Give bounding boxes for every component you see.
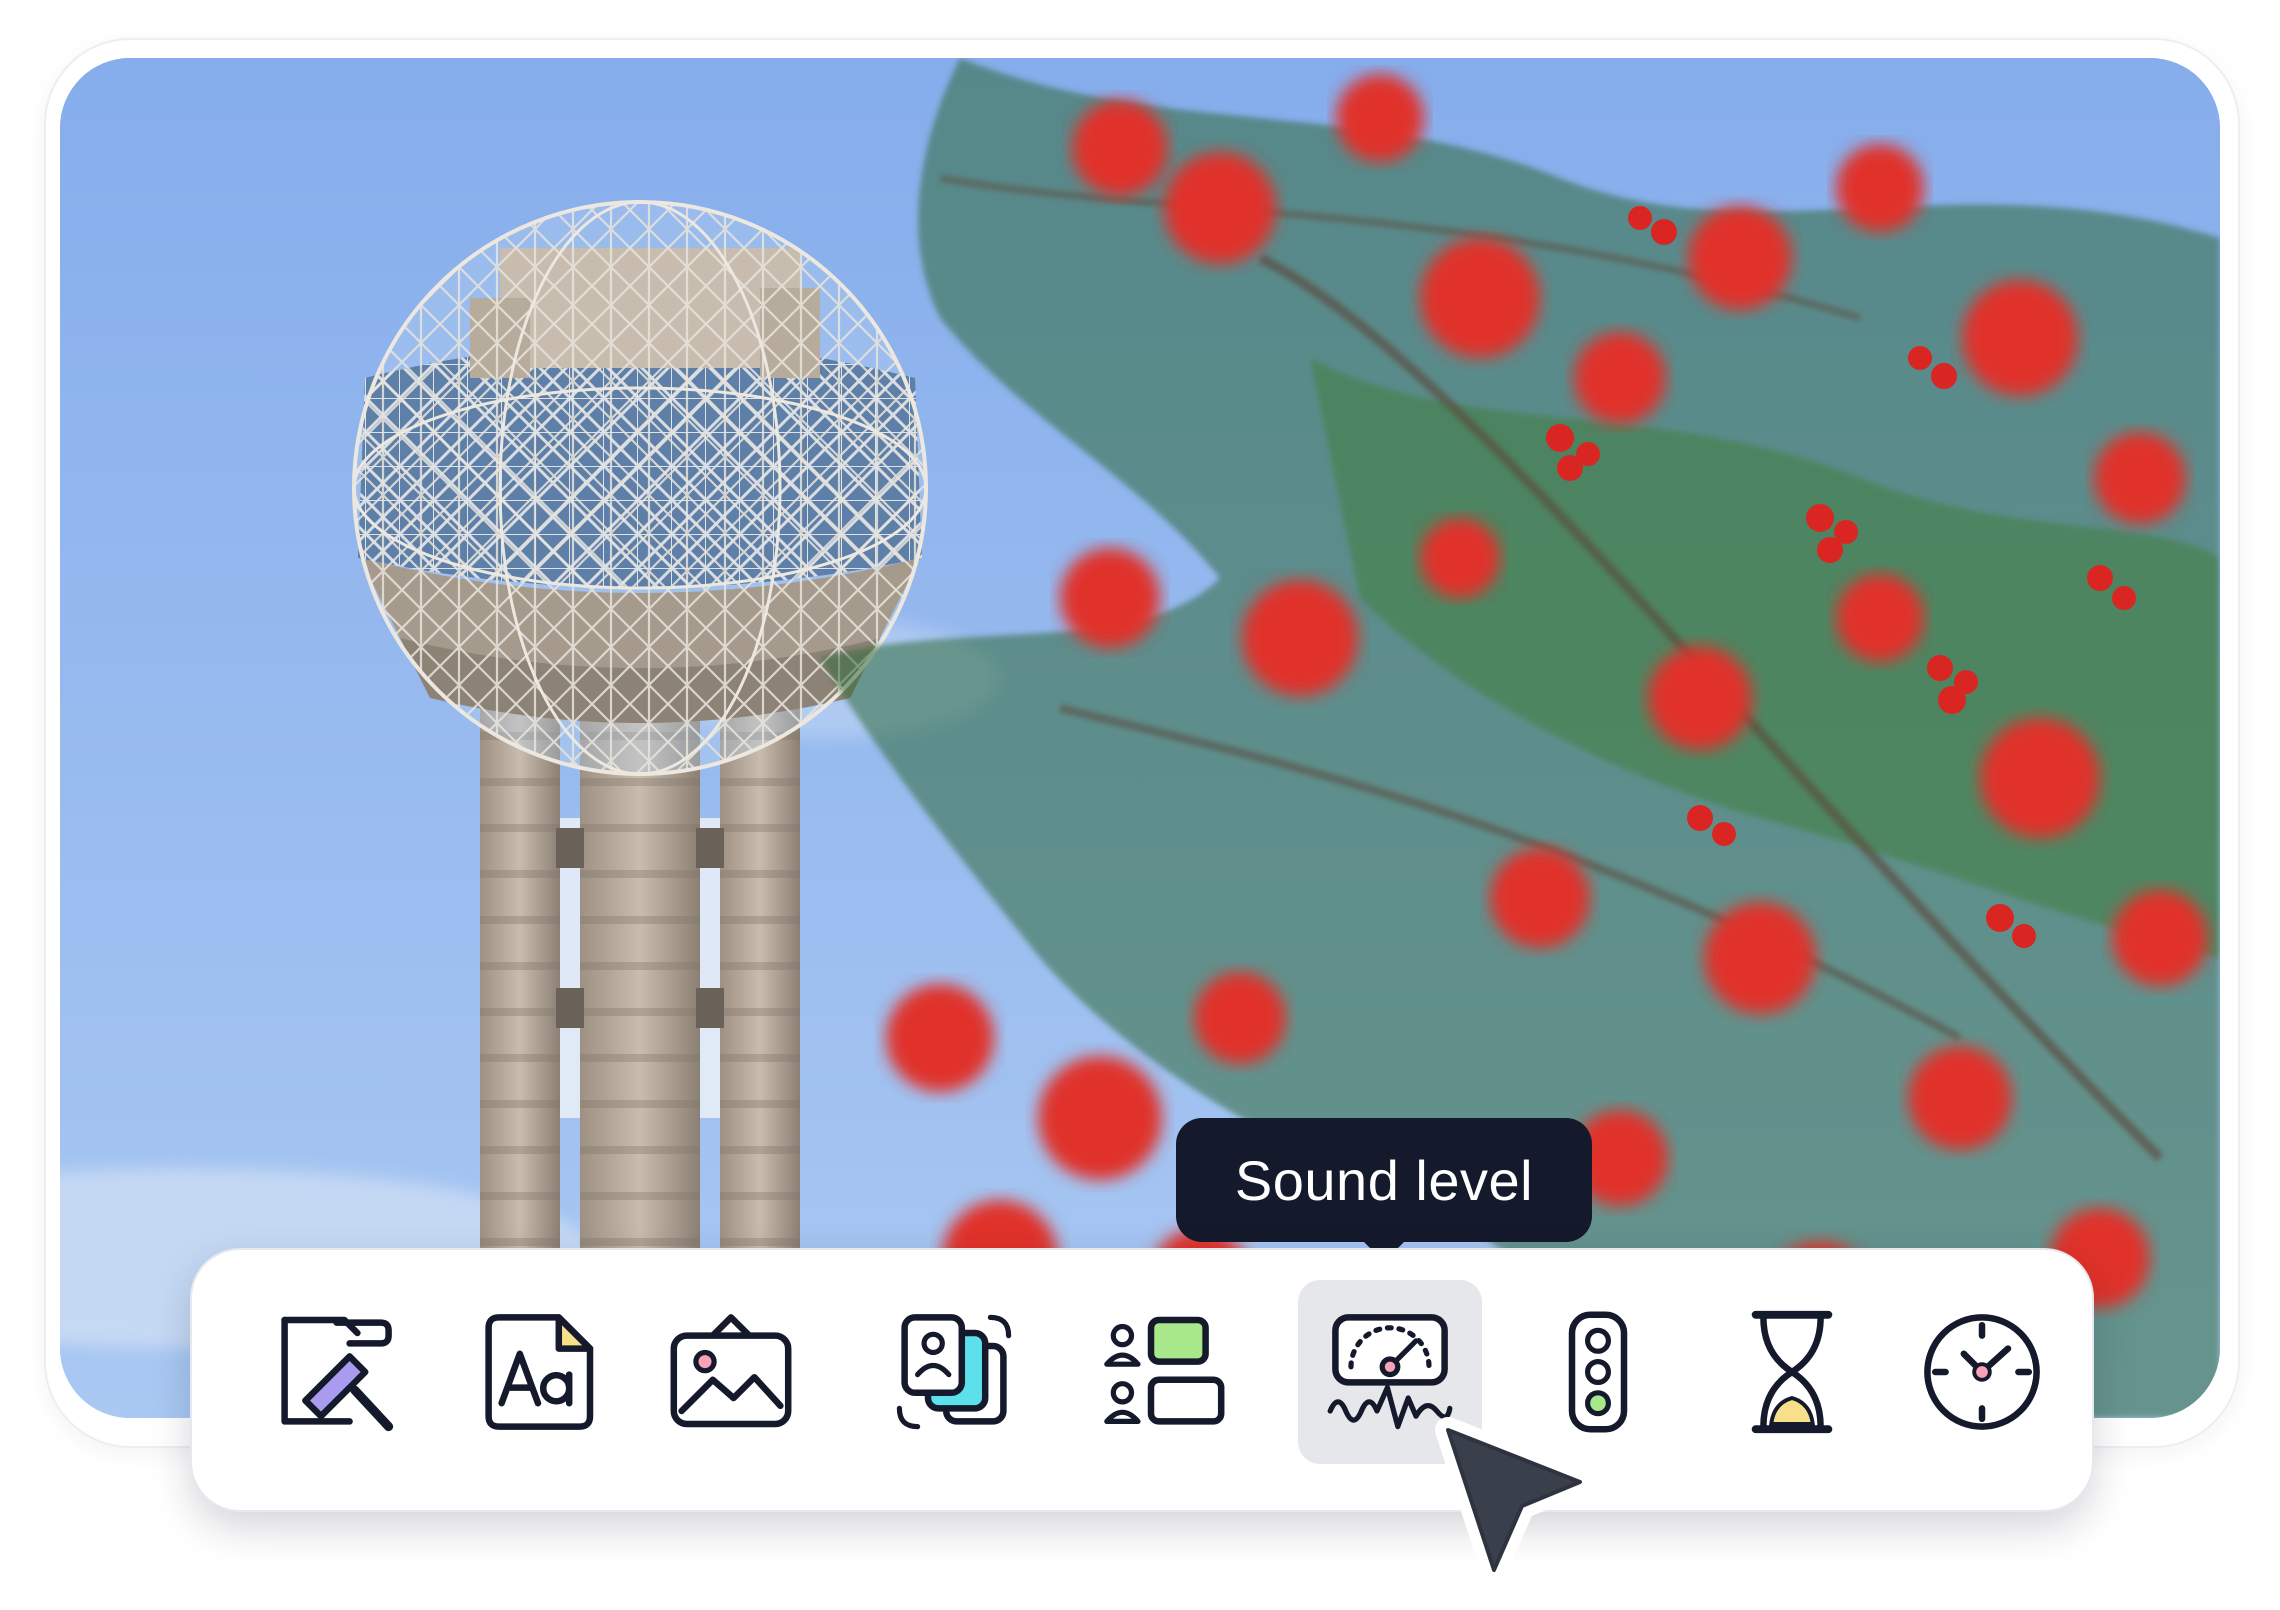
clock-icon <box>1924 1314 2040 1430</box>
toolbar <box>190 1248 2094 1512</box>
tool-image-button[interactable] <box>639 1280 823 1464</box>
mouse-cursor-icon <box>1435 1417 1593 1583</box>
image-icon <box>670 1314 792 1428</box>
sound-meter-icon <box>1327 1314 1453 1430</box>
hourglass-icon <box>1751 1310 1833 1434</box>
traffic-light-icon <box>1568 1311 1628 1433</box>
media-cards-icon <box>896 1314 1012 1430</box>
tooltip-label: Sound level <box>1234 1148 1534 1212</box>
tool-edit-style-button[interactable] <box>242 1280 426 1464</box>
tool-timer-button[interactable] <box>1700 1280 1884 1464</box>
background-photo <box>60 58 2220 1418</box>
tool-text-button[interactable] <box>446 1280 630 1464</box>
tool-media-button[interactable] <box>862 1280 1046 1464</box>
text-aa-icon <box>485 1314 594 1430</box>
tool-layout-button[interactable] <box>1072 1280 1256 1464</box>
tool-clock-button[interactable] <box>1890 1280 2074 1464</box>
tooltip: Sound level <box>1176 1118 1592 1242</box>
photo-illustration <box>60 58 2220 1418</box>
user-list-icon <box>1104 1316 1225 1425</box>
paint-roller-icon <box>281 1316 394 1432</box>
